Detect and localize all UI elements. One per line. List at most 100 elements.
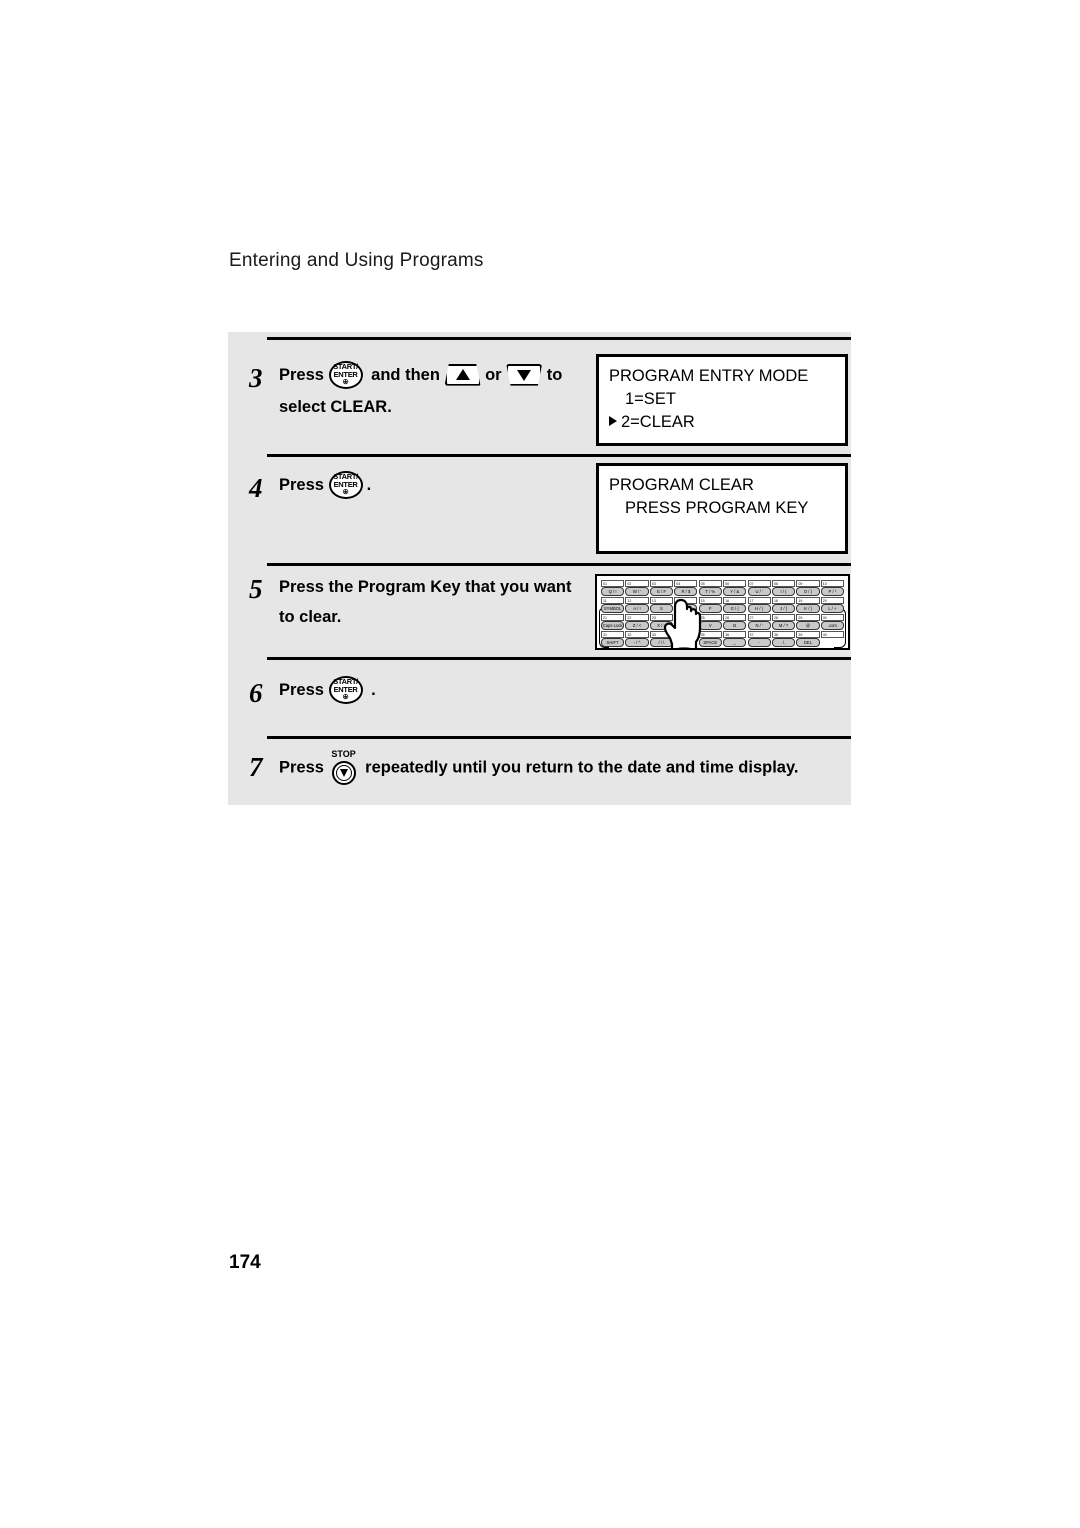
step-4-period: . [366,476,372,494]
lcd-line: 2=CLEAR [609,411,845,434]
keyboard-slot-number: 36 [723,631,747,638]
selection-pointer-icon [609,416,617,426]
keyboard-key[interactable]: - / ^ [625,638,649,647]
keyboard-key[interactable]: K / ] [796,604,820,613]
keyboard-slot-number: 02 [625,580,649,587]
step-5-line-2: to clear. [279,608,342,626]
keyboard-key[interactable]: H / } [747,604,771,613]
keyboard-key[interactable]: DEL [796,638,820,647]
step-divider-top [267,337,851,340]
keyboard-key[interactable]: W / ' [625,587,649,596]
start-enter-key-icon[interactable]: START/ ENTER ⍟ [328,675,367,706]
keyboard-key[interactable]: O / ) [796,587,820,596]
keyboard-key[interactable]: Z / < [625,621,649,630]
keyboard-key[interactable]: N / ' [747,621,771,630]
keyboard-row: 21Caps Lock22Z / <23X / >24C25V26B27N / … [601,614,844,630]
keyboard-slot-number: 39 [796,631,820,638]
keyboard-key[interactable]: SYMBOL [601,604,625,613]
keyboard-key[interactable]: M / ? [771,621,796,630]
keyboard-key[interactable]: I / ( [771,587,796,596]
step-3-number: 3 [249,363,263,393]
keyboard-key[interactable]: U / ' [747,587,771,596]
keyboard-slot-number: 21 [601,614,625,621]
step-divider-6-7 [267,736,851,739]
keyboard-key[interactable]: A / ! [625,604,649,613]
keyboard-slot-number: 08 [771,580,796,587]
keyboard-row: 01 Q / ! 02 W / ' 03 E / #04 R / $05 T / % 06 Y /… [601,580,844,596]
keyboard-row: 31SHIFT32- / ^33/ / \34; / :35SPACE36_37… [601,631,844,647]
lcd-line-text: 2=CLEAR [621,413,695,431]
step-3-line-2: select CLEAR. [279,398,392,416]
step-4-number: 4 [249,473,263,503]
up-triangle-icon [455,368,470,380]
step-6-press-label: Press [279,681,324,699]
start-enter-key-icon[interactable]: START/ ENTER ⍟ [328,360,367,391]
keyboard-key[interactable]: . / , [771,638,796,647]
keyboard-key[interactable]: _ [723,638,747,647]
lcd-line: 1=SET [625,390,676,408]
step-3-press-label: Press [279,366,324,384]
keyboard-key[interactable]: T / % [698,587,722,596]
stop-key-icon[interactable]: STOP [329,749,361,787]
step-divider-5-6 [267,657,851,660]
keyboard-slot-number: 05 [698,580,722,587]
up-arrow-key-icon[interactable] [444,363,481,388]
keyboard-slot-number: 12 [625,597,649,604]
step-6-line-1: Press START/ ENTER ⍟ . [279,675,376,706]
step-3-to-label: to [546,366,563,384]
keyboard-key[interactable]: SHIFT [601,638,625,647]
keyboard-body: 01 Q / ! 02 W / ' 03 E / #04 R / $05 T / % 06 Y /… [599,580,846,648]
power-glyph-icon: ⍟ [342,486,349,497]
keyboard-slot-number: 06 [723,580,747,587]
keyboard-key[interactable]: R / $ [674,587,698,596]
keyboard-key[interactable]: P / * [820,587,844,596]
page-title: Entering and Using Programs [229,250,484,271]
step-7-instruction: repeatedly until you return to the date … [365,758,799,777]
keyboard-slot-number: 10 [820,580,844,587]
keyboard-key[interactable]: G / { [723,604,747,613]
down-arrow-key-icon[interactable] [506,363,543,388]
lcd-line: PROGRAM ENTRY MODE [609,367,809,385]
keyboard-slot-number: 26 [723,614,747,621]
keyboard-slot-number: 37 [747,631,771,638]
keyboard-key[interactable]: L / + [820,604,844,613]
keyboard-key[interactable]: .com [820,621,844,630]
keyboard-slot-number: 40 [820,631,844,638]
keyboard-slot-number: 28 [771,614,796,621]
steps-panel: 3 Press START/ ENTER ⍟ and then or to se… [228,332,851,805]
stop-key-label: STOP [331,749,356,759]
keyboard-slot-number: 19 [796,597,820,604]
pointing-hand-icon [663,598,702,648]
power-glyph-icon: ⍟ [342,376,349,387]
keyboard-key[interactable]: B [723,621,747,630]
keyboard-slot-number: 09 [796,580,820,587]
keyboard-slot-number: 20 [820,597,844,604]
step-7-press-label: Press [279,758,324,777]
lcd-line: PRESS PROGRAM KEY [625,499,809,517]
keyboard-slot-number: 07 [747,580,771,587]
keyboard-slot-number: 22 [625,614,649,621]
start-enter-key-icon[interactable]: START/ ENTER ⍟ [328,470,367,501]
keyboard-key[interactable]: E / # [649,587,674,596]
keyboard-slot-number: 38 [771,631,796,638]
keyboard-slot-number: 18 [771,597,796,604]
step-6-period: . [371,681,376,699]
step-divider-3-4 [267,454,851,457]
step-3-line-1: Press START/ ENTER ⍟ and then or to [279,360,562,391]
keyboard-slot-number: 17 [747,597,771,604]
keyboard-row: 11SYMBOL12A / !13S14D15F16G / {17H / }18… [601,597,844,613]
step-5-number: 5 [249,574,263,604]
keyboard-slot-number: 27 [747,614,771,621]
step-3-and-then-label: and then [371,366,440,384]
keyboard-key[interactable]: - [747,638,771,647]
keyboard-key[interactable]: @ [796,621,820,630]
keyboard-key[interactable]: Y / & [723,587,747,596]
lcd-display-program-clear: PROGRAM CLEAR PRESS PROGRAM KEY [596,463,848,554]
keyboard-key[interactable]: Q / ! [601,587,625,596]
step-5-line-1: Press the Program Key that you want [279,578,572,596]
keyboard-slot-number: 16 [723,597,747,604]
keyboard-key[interactable]: J / [ [771,604,796,613]
keyboard-key[interactable]: Caps Lock [601,621,625,630]
stop-triangle-icon [339,769,348,777]
step-4-line-1: Press START/ ENTER ⍟ . [279,470,371,501]
